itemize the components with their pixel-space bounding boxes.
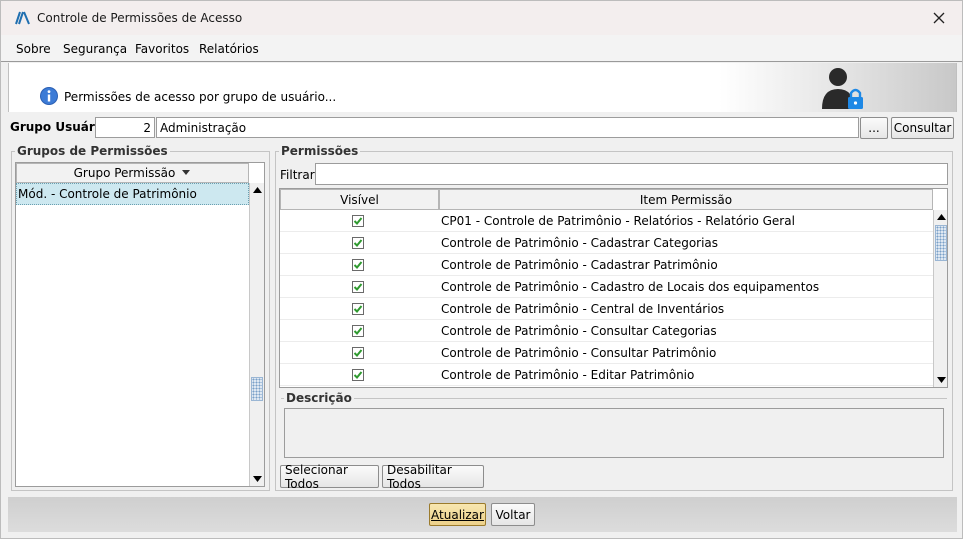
close-button[interactable] [916,1,962,35]
description-field[interactable] [284,408,944,458]
groups-scrollbar[interactable] [249,183,264,486]
sort-down-icon [182,170,191,175]
checkmark-icon [353,217,363,225]
col-visible-header[interactable]: Visível [280,189,439,210]
info-icon [40,87,58,105]
menu-sobre[interactable]: Sobre [16,42,51,56]
user-group-id-field[interactable]: 2 [95,117,155,138]
permission-item-label: Controle de Patrimônio - Central de Inve… [441,302,725,316]
checkmark-icon [353,283,363,291]
permission-item-label: Controle de Patrimônio - Consultar Patri… [441,346,717,360]
app-logo-icon [15,11,30,25]
visible-checkbox[interactable] [352,237,364,249]
checkmark-icon [353,305,363,313]
table-row[interactable]: Controle de Patrimônio - Cadastrar Patri… [280,254,933,276]
checkmark-icon [353,371,363,379]
permission-item-label: Controle de Patrimônio - Consultar Categ… [441,324,717,338]
permission-item-label: Controle de Patrimônio - Cadastrar Categ… [441,236,719,250]
table-row[interactable]: Controle de Patrimônio - Central de Inve… [280,298,933,320]
menu-relatorios[interactable]: Relatórios [199,42,259,56]
group-item-label: Mód. - Controle de Patrimônio [18,187,197,201]
visible-checkbox[interactable] [352,215,364,227]
info-banner: Permissões de acesso por grupo de usuári… [8,63,957,112]
groups-scroll-thumb[interactable] [251,377,263,401]
update-button-label: Atualizar [431,507,484,522]
permission-item-label: Controle de Patrimônio - Editar Patrimôn… [441,368,695,382]
permission-item-label: Controle de Patrimônio - Cadastro de Loc… [441,280,820,294]
list-item[interactable]: Mód. - Controle de Patrimônio [16,183,249,205]
table-row[interactable]: Controle de Patrimônio - Consultar Patri… [280,342,933,364]
banner-text: Permissões de acesso por grupo de usuári… [64,90,337,104]
table-row[interactable]: Controle de Patrimônio - Editar Patrimôn… [280,364,933,386]
footer-bar: Atualizar Voltar [8,497,957,532]
permission-groups-title: Grupos de Permissões [15,144,170,158]
perm-scroll-thumb[interactable] [935,225,947,261]
user-group-name-field[interactable]: Administração [156,117,859,138]
filter-input[interactable] [315,163,948,185]
permission-item-label: Controle de Patrimônio - Cadastrar Patri… [441,258,718,272]
perm-scroll-down-button[interactable] [934,373,947,387]
checkmark-icon [353,261,363,269]
table-row[interactable]: Controle de Patrimônio - Cadastrar Categ… [280,232,933,254]
disable-all-button[interactable]: Desabilitar Todos [382,463,484,491]
scroll-up-icon [252,187,262,193]
user-lock-icon [822,68,863,109]
table-row[interactable]: CP01 - Controle de Patrimônio - Relatóri… [280,210,933,232]
checkmark-icon [353,349,363,357]
checkmark-icon [353,327,363,335]
visible-checkbox[interactable] [352,325,364,337]
table-row[interactable]: Controle de Patrimônio - Cadastro de Loc… [280,276,933,298]
permission-rows: CP01 - Controle de Patrimônio - Relatóri… [280,210,933,387]
menu-seguranca[interactable]: Segurança [63,42,127,56]
title-bar: Controle de Permissões de Acesso [1,1,962,35]
permissions-grid: Visível Item Permissão CP01 - Controle d… [279,188,948,388]
menu-bar: Sobre Segurança Favoritos Relatórios [1,35,962,62]
filter-label: Filtrar: [280,168,319,182]
visible-checkbox[interactable] [352,303,364,315]
table-row[interactable]: Controle de Patrimônio - Consultar Categ… [280,320,933,342]
visible-checkbox[interactable] [352,369,364,381]
back-button-label: Voltar [495,507,531,522]
visible-checkbox[interactable] [352,259,364,271]
close-icon [933,12,945,24]
consult-button[interactable]: Consultar [891,117,954,139]
scroll-down-icon [252,476,262,482]
col-item-header[interactable]: Item Permissão [439,189,933,210]
select-all-button[interactable]: Selecionar Todos [280,463,379,491]
app-window: Controle de Permissões de Acesso Sobre S… [0,0,963,539]
permissions-title: Permissões [279,144,361,158]
scroll-up-button[interactable] [250,183,264,197]
permissions-scrollbar[interactable] [933,210,947,387]
browse-user-group-button[interactable]: ... [860,117,888,139]
scroll-down-icon [936,377,946,383]
window-title: Controle de Permissões de Acesso [37,11,243,25]
permission-item-label: CP01 - Controle de Patrimônio - Relatóri… [441,214,795,228]
checkmark-icon [353,239,363,247]
visible-checkbox[interactable] [352,347,364,359]
group-permission-header[interactable]: Grupo Permissão [16,163,249,183]
permission-groups-grid: Grupo Permissão Mód. - Controle de Patri… [15,162,265,487]
visible-checkbox[interactable] [352,281,364,293]
menu-favoritos[interactable]: Favoritos [135,42,189,56]
scroll-up-icon [936,214,946,220]
scroll-down-button[interactable] [250,472,264,486]
description-label: Descrição [284,391,354,405]
group-permission-header-label: Grupo Permissão [73,166,176,180]
perm-scroll-up-button[interactable] [934,210,947,224]
update-button[interactable]: Atualizar [429,503,486,526]
back-button[interactable]: Voltar [491,503,535,526]
